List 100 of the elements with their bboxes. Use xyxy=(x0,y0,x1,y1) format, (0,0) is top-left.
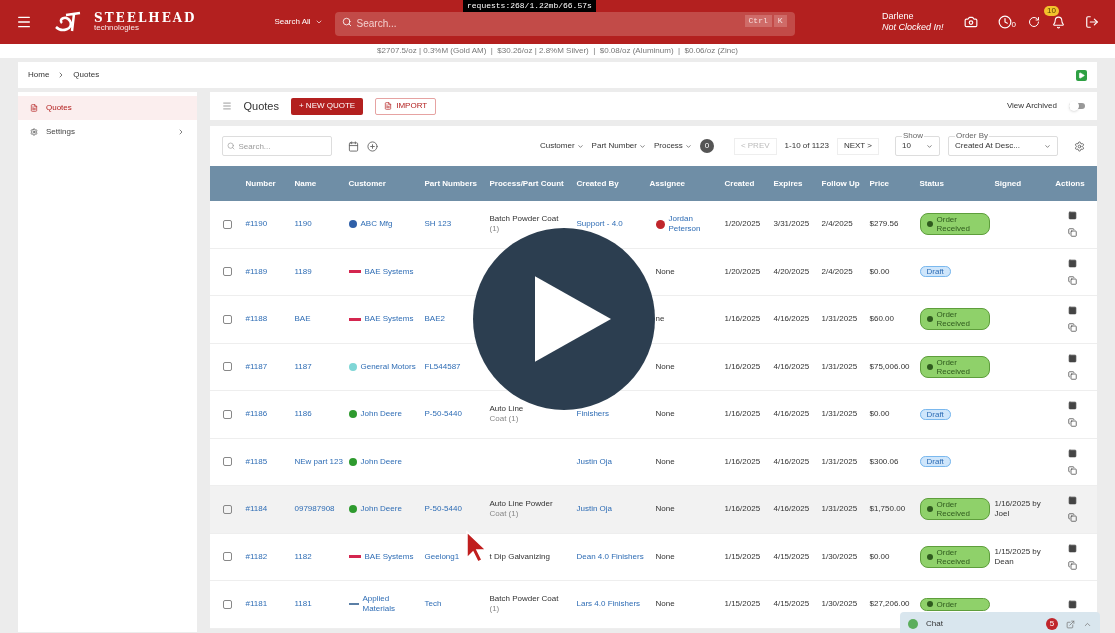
quote-name-link[interactable]: 1187 xyxy=(294,361,312,371)
quote-name-link[interactable]: 097987908 xyxy=(294,504,335,514)
view-archived-toggle[interactable] xyxy=(1069,103,1085,109)
column-header: Assignee xyxy=(649,178,687,189)
archive-icon[interactable] xyxy=(1067,496,1077,506)
column-header: Name xyxy=(294,178,318,189)
sidebar-item[interactable]: Quotes xyxy=(18,96,197,120)
menu-icon[interactable] xyxy=(16,14,32,30)
part-number-link[interactable]: Geelong1 xyxy=(424,551,460,561)
breadcrumb-link[interactable]: Home xyxy=(28,69,50,81)
customer-link[interactable]: John Deere xyxy=(360,409,402,420)
logout-icon[interactable] xyxy=(1085,15,1099,29)
part-number-link[interactable]: SH 123 xyxy=(424,219,452,229)
bell-icon[interactable] xyxy=(1052,15,1065,29)
play-icon[interactable] xyxy=(1076,69,1087,81)
quote-number-link[interactable]: #1189 xyxy=(245,266,268,276)
part-number-link[interactable]: P-50-5440 xyxy=(424,504,462,514)
new-quote-button[interactable]: + NEW QUOTE xyxy=(290,97,364,115)
quote-name-link[interactable]: 1186 xyxy=(294,409,312,419)
row-checkbox[interactable] xyxy=(223,599,232,609)
user-name: Darlene xyxy=(882,10,915,22)
assignee[interactable]: Jordan Peterson xyxy=(668,214,721,235)
table-search-field[interactable]: Search... xyxy=(221,136,332,156)
customer-link[interactable]: Applied Materials xyxy=(362,594,421,615)
archive-icon[interactable] xyxy=(1067,211,1077,221)
refresh-icon[interactable] xyxy=(1028,16,1040,28)
customer-link[interactable]: BAE Systems xyxy=(364,314,414,325)
part-number-link[interactable]: BAE2 xyxy=(424,314,445,324)
part-number-link[interactable]: Tech xyxy=(424,599,442,609)
row-checkbox[interactable] xyxy=(223,552,232,562)
quote-number-link[interactable]: #1188 xyxy=(245,314,268,324)
quote-number-link[interactable]: #1181 xyxy=(245,599,268,609)
customer-link[interactable]: BAE Systems xyxy=(364,266,414,277)
row-checkbox[interactable] xyxy=(223,314,232,324)
quote-number-link[interactable]: #1185 xyxy=(245,456,268,466)
quote-name-link[interactable]: 1190 xyxy=(294,219,312,229)
next-button[interactable]: NEXT > xyxy=(836,137,879,155)
quote-name-link[interactable]: 1181 xyxy=(294,599,312,609)
copy-icon[interactable] xyxy=(1067,418,1077,428)
customer-link[interactable]: BAE Systems xyxy=(364,551,414,562)
follow-up-date: 2/4/2025 xyxy=(821,219,854,230)
archive-icon[interactable] xyxy=(1067,306,1077,316)
archive-icon[interactable] xyxy=(1067,543,1077,553)
row-checkbox[interactable] xyxy=(223,504,232,514)
customer-link[interactable]: John Deere xyxy=(360,504,402,515)
archive-icon[interactable] xyxy=(1067,401,1077,411)
created-by-link[interactable]: Dean 4.0 Finishers xyxy=(576,551,644,561)
archive-icon[interactable] xyxy=(1067,599,1077,609)
camera-icon[interactable] xyxy=(963,15,978,29)
quote-number-link[interactable]: #1190 xyxy=(245,219,268,229)
copy-icon[interactable] xyxy=(1067,465,1077,475)
caret-icon xyxy=(684,142,692,150)
archive-icon[interactable] xyxy=(1067,258,1077,268)
filter-dropdown[interactable]: Part Number xyxy=(591,140,646,152)
copy-icon[interactable] xyxy=(1067,560,1077,570)
sidebar-item[interactable]: Settings xyxy=(18,120,197,144)
import-button[interactable]: IMPORT xyxy=(375,97,437,115)
quote-number-link[interactable]: #1186 xyxy=(245,409,268,419)
quote-name-link[interactable]: 1189 xyxy=(294,266,312,276)
created-by-link[interactable]: Justin Oja xyxy=(576,456,613,466)
follow-up-date: 1/31/2025 xyxy=(821,456,859,467)
quote-name-link[interactable]: NEw part 123 xyxy=(294,456,343,466)
row-checkbox[interactable] xyxy=(223,362,232,372)
row-checkbox[interactable] xyxy=(223,457,232,467)
customer-link[interactable]: General Motors xyxy=(360,361,416,372)
copy-icon[interactable] xyxy=(1067,275,1077,285)
copy-icon[interactable] xyxy=(1067,323,1077,333)
part-number-link[interactable]: FL544587 xyxy=(424,361,461,371)
customer-link[interactable]: ABC Mfg xyxy=(360,219,393,230)
calendar-icon[interactable] xyxy=(347,140,359,152)
created-by-link[interactable]: Lars 4.0 Finishers xyxy=(576,599,641,609)
customer-link[interactable]: John Deere xyxy=(360,456,402,467)
price: $0.00 xyxy=(869,409,891,420)
part-number-link[interactable]: P-50-5440 xyxy=(424,409,462,419)
filter-dropdown[interactable]: Process xyxy=(653,140,692,152)
quote-name-link[interactable]: BAE xyxy=(294,314,311,324)
filter-dropdown[interactable]: Customer xyxy=(539,140,584,152)
created-by-link[interactable]: Justin Oja xyxy=(576,504,613,514)
clock-icon[interactable] xyxy=(997,15,1012,29)
quote-number-link[interactable]: #1182 xyxy=(245,551,268,561)
settings-icon[interactable] xyxy=(1074,140,1085,152)
quote-name-link[interactable]: 1182 xyxy=(294,551,312,561)
archive-icon[interactable] xyxy=(1067,448,1077,458)
archive-icon[interactable] xyxy=(1067,353,1077,363)
popout-icon[interactable] xyxy=(1066,619,1075,629)
search-scope-dropdown[interactable]: Search All xyxy=(274,16,323,28)
row-checkbox[interactable] xyxy=(223,409,232,419)
created-by-link[interactable]: Support - 4.0 xyxy=(576,219,623,229)
quote-number-link[interactable]: #1187 xyxy=(245,361,268,371)
quote-number-link[interactable]: #1184 xyxy=(245,504,268,514)
user-avatar xyxy=(655,219,665,229)
chat-widget[interactable]: Chat 5 xyxy=(900,612,1100,633)
table-row[interactable]: #1184 097987908 John Deere P-50-5440 Auto Line Powder Coat (1) Justin Oja None 1/16/2025 4/16/2025 1/31/2025 $1,750.00 Order Received 1/16/2025 by Joel xyxy=(209,486,1097,534)
created-by-link[interactable]: Finishers xyxy=(576,409,609,419)
copy-icon[interactable] xyxy=(1067,228,1077,238)
copy-icon[interactable] xyxy=(1067,513,1077,523)
row-checkbox[interactable] xyxy=(223,219,232,229)
copy-icon[interactable] xyxy=(1067,370,1077,380)
row-checkbox[interactable] xyxy=(223,267,232,277)
add-filter-icon[interactable] xyxy=(366,140,378,152)
